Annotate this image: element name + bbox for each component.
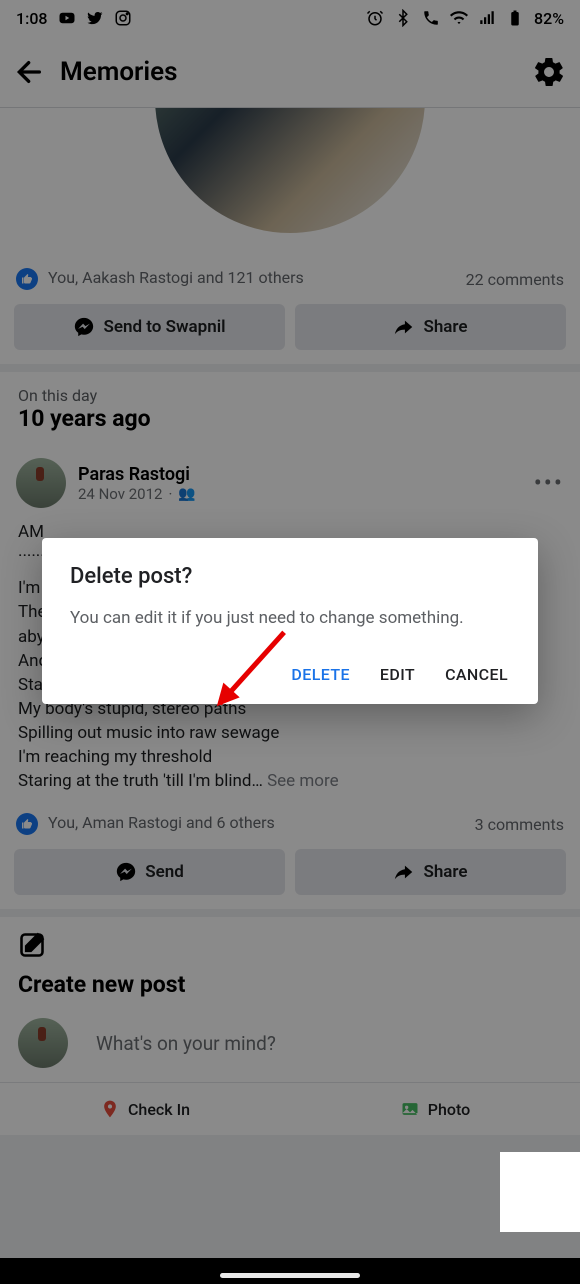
dialog-message: You can edit it if you just need to chan… xyxy=(70,607,510,631)
nav-indicator xyxy=(220,1273,360,1278)
watermark-cutout xyxy=(500,1152,580,1232)
edit-button[interactable]: EDIT xyxy=(380,665,415,684)
cancel-button[interactable]: CANCEL xyxy=(445,665,508,684)
dialog-title: Delete post? xyxy=(70,564,510,589)
delete-post-dialog: Delete post? You can edit it if you just… xyxy=(42,538,538,704)
delete-button[interactable]: DELETE xyxy=(291,665,350,684)
